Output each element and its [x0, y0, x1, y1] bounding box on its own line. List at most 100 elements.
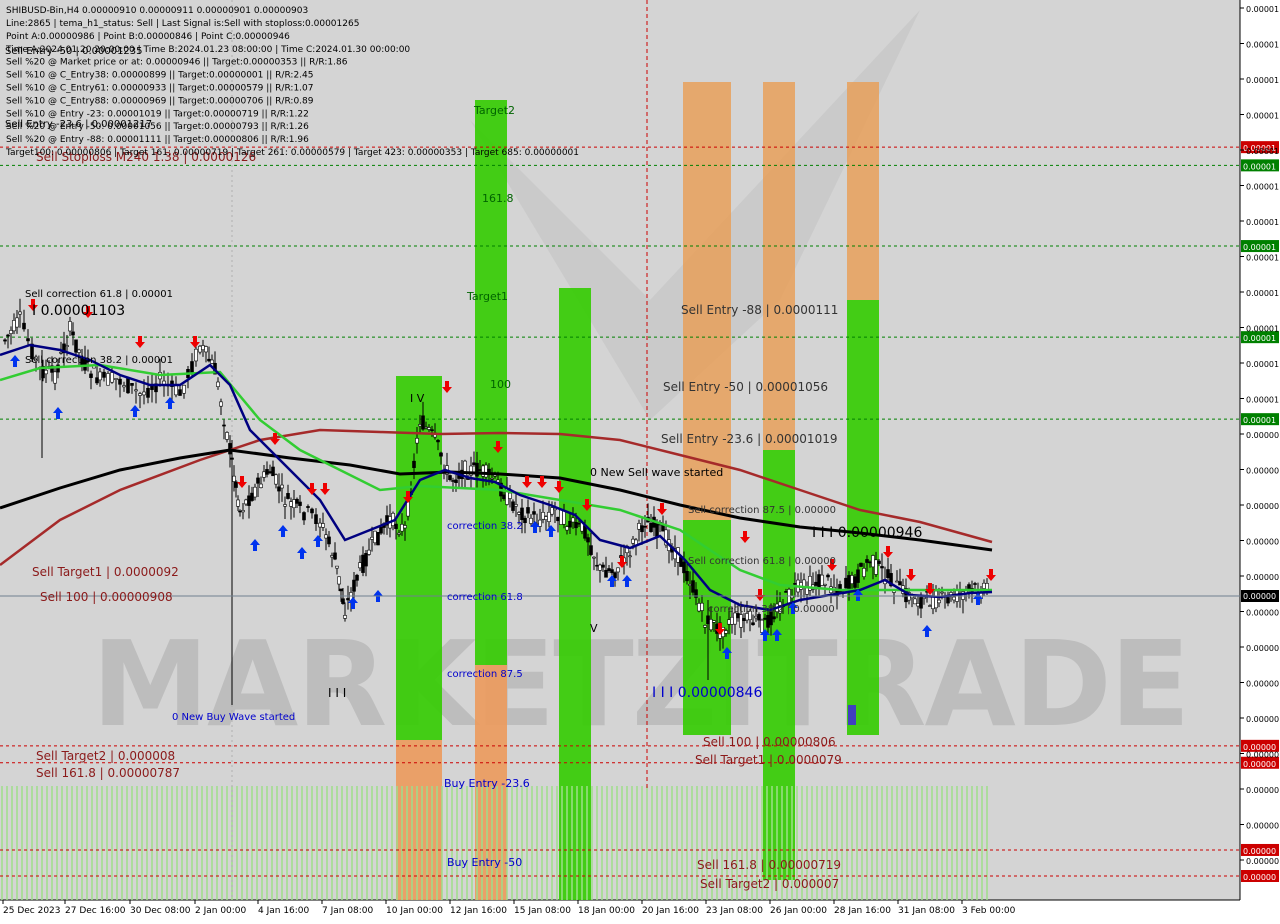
- chart-label: 0 New Buy Wave started: [172, 712, 295, 723]
- level-axis-label: 0.00001: [1243, 416, 1276, 425]
- candle-body: [844, 577, 848, 589]
- time-tick-label: 23 Jan 08:00: [706, 906, 763, 916]
- candle-body: [511, 501, 515, 511]
- candle-body: [343, 615, 347, 619]
- candle-body: [204, 346, 208, 353]
- candle-body: [106, 373, 110, 386]
- candle-body: [868, 561, 872, 564]
- candle-body: [271, 466, 275, 477]
- candle-body: [376, 532, 380, 546]
- price-tick-label: 0.00000: [1246, 786, 1279, 795]
- candle-body: [174, 385, 178, 396]
- watermark-text: MARKETZITRADE: [92, 615, 1189, 753]
- chart-label: Target2: [473, 104, 515, 117]
- ohlc-header: SHIBUSD-Bin,H4 0.00000910 0.00000911 0.0…: [6, 6, 308, 16]
- sell-zone-lower: [847, 300, 879, 735]
- candle-body: [784, 591, 788, 593]
- candle-body: [880, 566, 884, 569]
- info-line: Sell %10 @ C_Entry61: 0.00000933 || Targ…: [6, 84, 314, 94]
- candle-body: [934, 590, 938, 609]
- candle-body: [138, 393, 142, 396]
- candle-body: [134, 389, 138, 392]
- level-label: Sell Target2 | 0.000008: [36, 749, 175, 763]
- candle-body: [232, 475, 236, 482]
- candle-body: [330, 555, 334, 558]
- price-tick-label: 0.00001: [1246, 360, 1279, 369]
- price-tick-label: 0.00000: [1246, 502, 1279, 511]
- candle-body: [628, 555, 632, 558]
- price-tick-label: 0.00000: [1246, 857, 1279, 866]
- candle-body: [847, 575, 851, 591]
- time-tick-label: 3 Feb 00:00: [962, 906, 1016, 916]
- candle-body: [754, 615, 758, 619]
- level-axis-label: 0.00001: [1243, 243, 1276, 252]
- candle-body: [502, 494, 506, 500]
- candle-body: [373, 530, 377, 544]
- time-tick-label: 25 Dec 2023: [3, 906, 61, 916]
- candle-body: [424, 426, 428, 429]
- candle-body: [436, 439, 440, 443]
- price-chart: MARKETZITRADE 0.00001 0.00001 0.00001 0.000…: [0, 0, 1280, 920]
- candle-body: [6, 334, 10, 337]
- candle-body: [130, 383, 134, 386]
- candle-body: [538, 519, 542, 527]
- candle-body: [122, 385, 126, 388]
- candle-body: [292, 499, 296, 509]
- candle-body: [607, 568, 611, 572]
- candle-body: [865, 559, 869, 563]
- candle-body: [562, 510, 566, 525]
- chart-label: Sell Entry -23.6 | 0.00001019: [661, 432, 837, 446]
- level-axis-label: 0.00001: [1243, 334, 1276, 343]
- chart-label: Sell Target1 | 0.0000092: [32, 565, 179, 579]
- candle-body: [586, 537, 590, 543]
- candle-body: [568, 520, 572, 528]
- candle-body: [940, 591, 944, 594]
- level-axis-label: 0.00000: [1243, 873, 1276, 882]
- candle-body: [982, 582, 986, 589]
- candle-body: [9, 330, 13, 334]
- candle-body: [697, 603, 701, 612]
- candle-body: [207, 358, 211, 362]
- time-tick-label: 10 Jan 00:00: [386, 906, 443, 916]
- chart-label: Sell 100 | 0.00000806: [703, 735, 836, 749]
- candle-body: [403, 525, 407, 529]
- candle-body: [194, 348, 198, 362]
- candle-body: [763, 617, 767, 620]
- candle-body: [592, 556, 596, 559]
- candle-body: [856, 569, 860, 583]
- candle-body: [201, 345, 205, 351]
- candle-body: [973, 583, 977, 585]
- candle-body: [289, 501, 293, 507]
- price-tick-label: 0.00001: [1246, 183, 1279, 192]
- candle-body: [451, 480, 455, 482]
- candle-body: [415, 438, 419, 444]
- candle-body: [355, 574, 359, 581]
- candle-body: [400, 524, 404, 532]
- price-tick-label: 0.00001: [1246, 289, 1279, 298]
- candle-body: [15, 317, 19, 328]
- price-axis-panel: [1240, 0, 1280, 920]
- chart-label: Sell Entry -88 | 0.0000111: [681, 303, 838, 317]
- candle-body: [295, 498, 299, 504]
- mark-block: [848, 705, 856, 725]
- candle-body: [253, 486, 257, 498]
- candle-body: [838, 584, 842, 593]
- sell-zone-upper: [763, 82, 795, 450]
- info-line: Line:2865 | tema_h1_status: Sell | Last …: [6, 19, 359, 29]
- price-tick-label: 0.00001: [1246, 254, 1279, 263]
- candle-body: [412, 460, 416, 468]
- candle-body: [333, 552, 337, 560]
- chart-label: Sell 100 | 0.00000908: [40, 590, 173, 604]
- candle-body: [302, 512, 306, 521]
- candle-body: [190, 361, 194, 373]
- time-tick-label: 4 Jan 16:00: [258, 906, 310, 916]
- info-line: Sell %10 @ Entry -23: 0.00001019 || Targ…: [6, 109, 309, 119]
- candle-body: [478, 469, 482, 471]
- candle-body: [916, 603, 920, 607]
- candle-body: [820, 574, 824, 586]
- candle-body: [598, 564, 602, 571]
- candle-body: [565, 526, 569, 531]
- candle-body: [98, 371, 102, 381]
- time-axis-panel: [0, 900, 1280, 920]
- candle-body: [601, 564, 605, 568]
